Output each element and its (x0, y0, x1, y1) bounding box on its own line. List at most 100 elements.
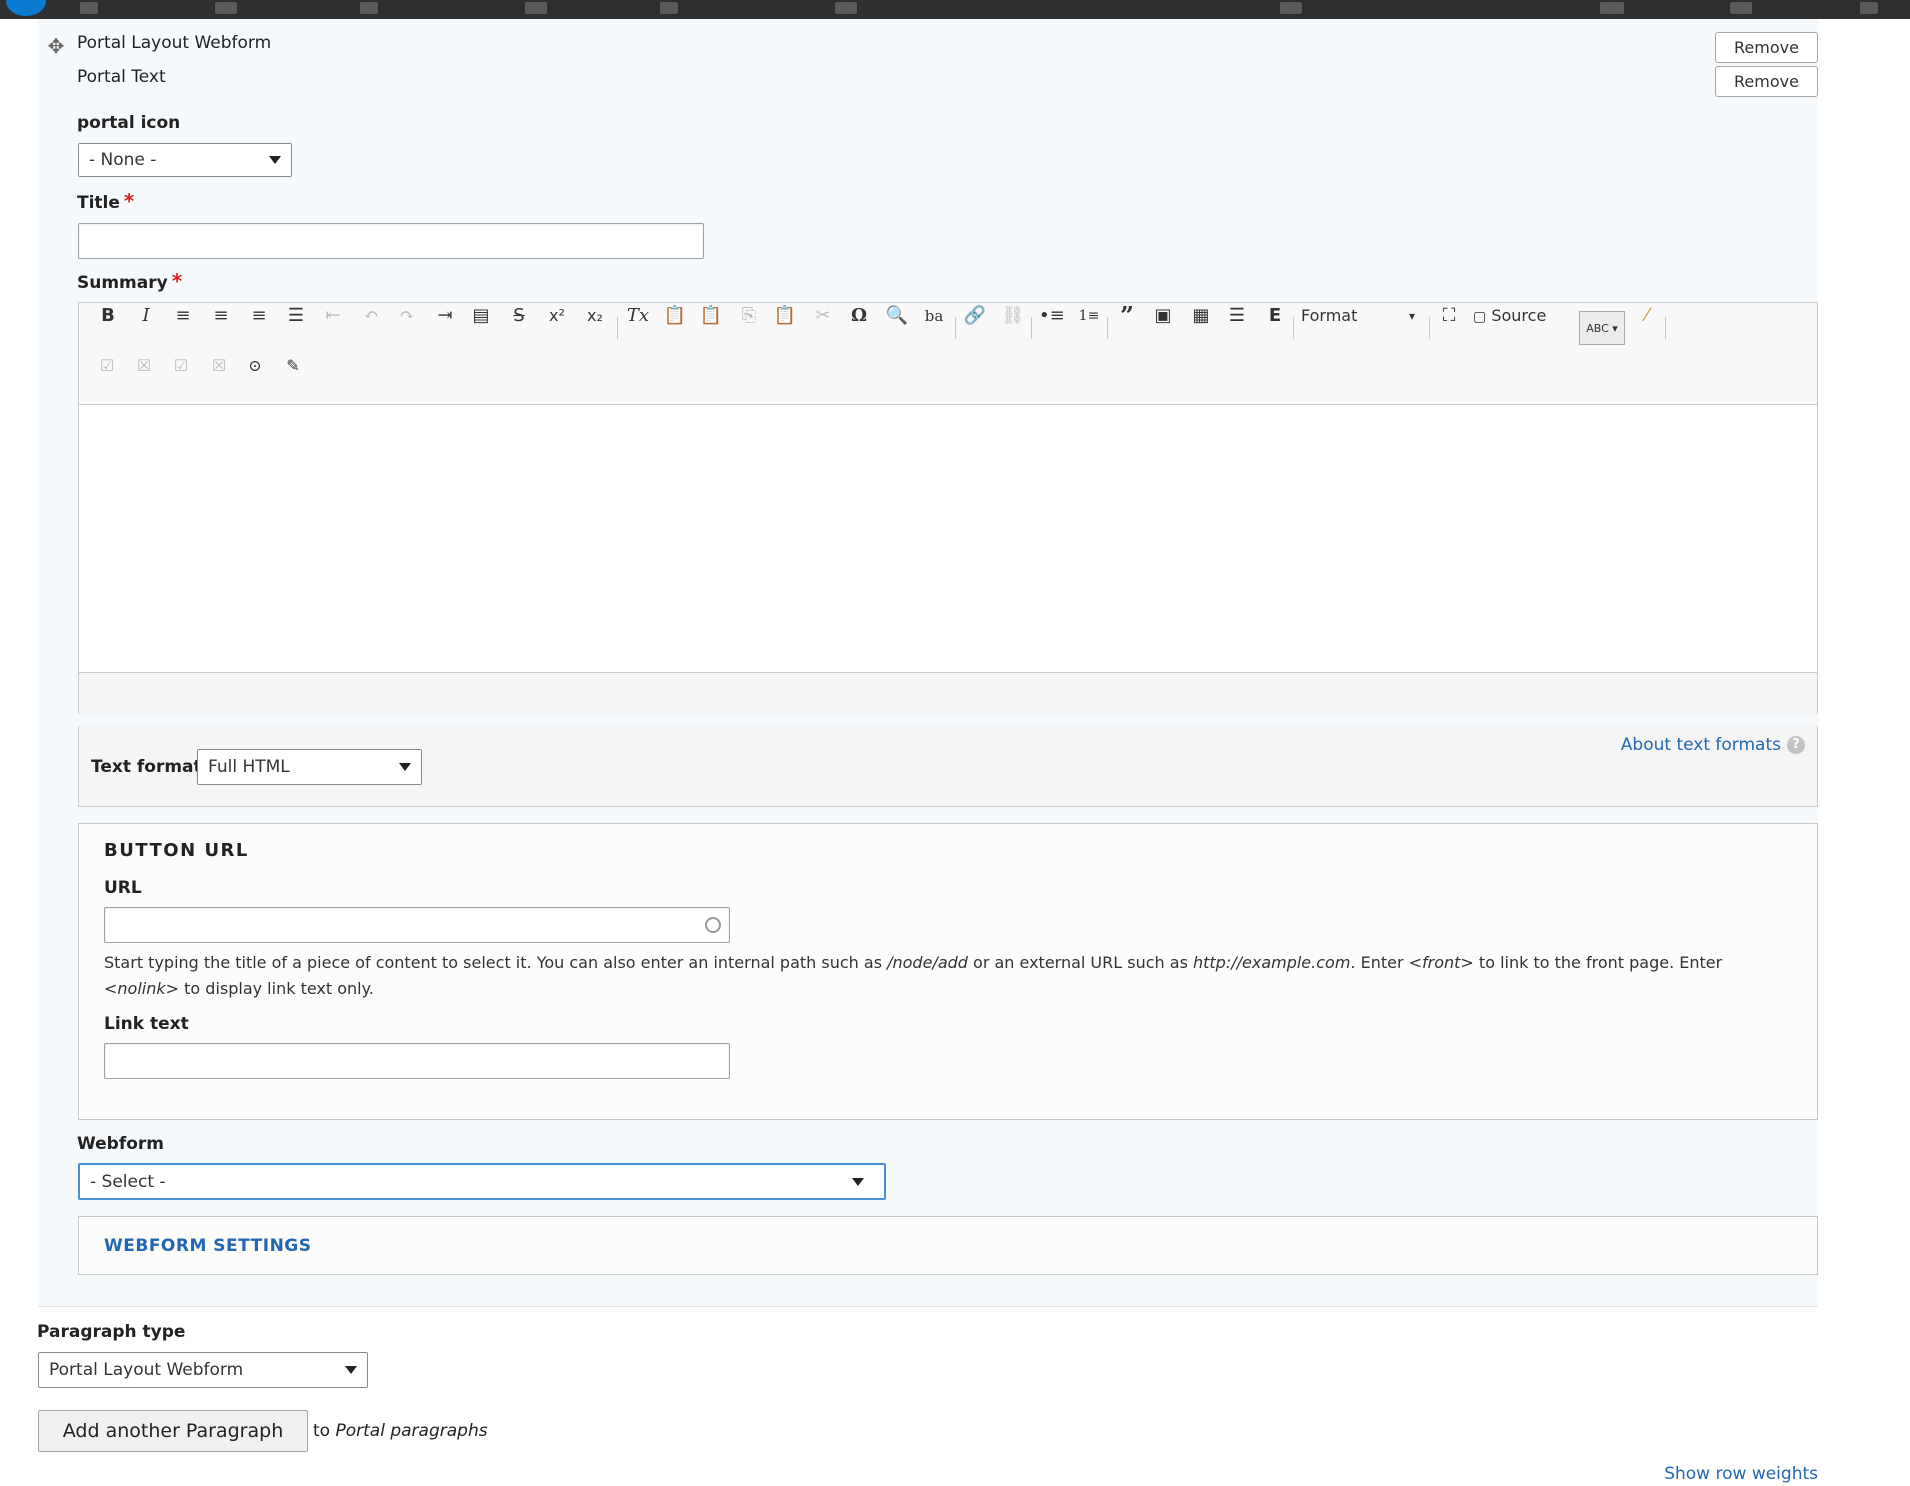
numbered-list-icon[interactable]: 1≡ (1077, 303, 1101, 329)
remove-button-secondary[interactable]: Remove (1715, 66, 1818, 97)
add-paragraph-to-text: to (313, 1421, 336, 1441)
toolbar-item-ghost[interactable] (1730, 2, 1752, 14)
button-url-legend: BUTTON URL (104, 840, 249, 861)
required-marker: * (123, 189, 135, 213)
drupal-logo-icon[interactable] (6, 0, 46, 16)
spellcheck-button[interactable]: ABC ▾ (1579, 311, 1625, 345)
webform-settings-details[interactable]: WEBFORM SETTINGS (78, 1216, 1818, 1275)
about-text-formats-link[interactable]: About text formats (1621, 735, 1781, 755)
magic-wand-icon[interactable]: ⁄ (1635, 303, 1659, 329)
summary-label: Summary * (77, 271, 182, 293)
reject-change-icon[interactable]: ☒ (132, 353, 156, 379)
align-right-icon[interactable]: ≡ (247, 303, 271, 329)
paragraph-type-select[interactable]: Portal Layout Webform (38, 1352, 368, 1388)
url-input[interactable] (104, 907, 730, 943)
title-label: Title * (77, 191, 134, 213)
horizontal-rule-icon[interactable]: ☰ (1225, 303, 1249, 329)
special-char-icon[interactable]: Ω (847, 303, 871, 329)
title-label-text: Title (77, 193, 120, 213)
paste-text-icon[interactable]: 📋 (663, 303, 687, 329)
toolbar-separator (1031, 317, 1032, 339)
chevron-down-icon (852, 1177, 864, 1186)
remove-button[interactable]: Remove (1715, 32, 1818, 63)
cut-icon[interactable]: ✂ (811, 303, 835, 329)
toolbar-separator (1429, 317, 1430, 339)
align-left-icon[interactable]: ≡ (209, 303, 233, 329)
toolbar-item-ghost[interactable] (1600, 2, 1624, 14)
undo-icon[interactable]: ↶ (359, 303, 383, 329)
table-icon[interactable]: ▦ (1189, 303, 1213, 329)
toolbar-item-ghost[interactable] (215, 2, 237, 14)
paste-icon[interactable]: 📋 (773, 303, 797, 329)
italic-icon[interactable]: I (135, 303, 157, 329)
link-text-label: Link text (104, 1014, 189, 1034)
link-text-input[interactable] (104, 1043, 730, 1079)
portal-icon-select[interactable]: - None - (78, 143, 292, 177)
link-icon[interactable]: 🔗 (963, 303, 987, 329)
chevron-down-icon (399, 763, 411, 771)
text-format-select[interactable]: Full HTML (197, 749, 422, 785)
source-button[interactable]: ▢ Source (1473, 303, 1563, 329)
toolbar-item-ghost[interactable] (660, 2, 678, 14)
url-desc-example-path: /node/add (887, 953, 968, 972)
indent-icon[interactable]: ⇥ (433, 303, 457, 329)
add-another-paragraph-button[interactable]: Add another Paragraph (38, 1410, 308, 1452)
image-icon[interactable]: ▣ (1151, 303, 1175, 329)
admin-toolbar (0, 0, 1910, 19)
toolbar-item-ghost[interactable] (525, 2, 547, 14)
drag-handle-icon[interactable]: ✥ (45, 35, 67, 57)
strikethrough-icon[interactable]: S (507, 303, 531, 329)
toolbar-item-ghost[interactable] (1280, 2, 1302, 14)
copy-icon[interactable]: ⎘ (737, 303, 761, 329)
webform-settings-summary[interactable]: WEBFORM SETTINGS (104, 1236, 312, 1256)
format-dropdown-label: Format (1301, 306, 1358, 325)
toolbar-separator (617, 317, 618, 339)
editor-toolbar: B I ≡ ≡ ≡ ☰ ⇤ ↶ ↷ ⇥ ▤ S x² x₂ Tx 📋 📋 ⎘ 📋… (79, 303, 1817, 405)
toolbar-separator (955, 317, 956, 339)
subscript-icon[interactable]: x₂ (581, 303, 609, 329)
bold-icon[interactable]: B (97, 303, 119, 329)
paragraph-item-title: Portal Layout Webform (77, 33, 272, 53)
toolbar-separator (1665, 317, 1666, 339)
paste-word-icon[interactable]: 📋 (699, 303, 723, 329)
embed-icon[interactable]: E (1263, 303, 1287, 329)
help-icon[interactable]: ? (1787, 736, 1805, 754)
find-icon[interactable]: 🔍 (885, 303, 909, 329)
track-changes-icon[interactable]: ✎ (281, 353, 305, 379)
bulleted-list-icon[interactable]: •≡ (1039, 303, 1065, 329)
blockquote-icon[interactable]: ” (1115, 303, 1139, 329)
accept-change-icon[interactable]: ☑ (95, 353, 119, 379)
show-changes-icon[interactable]: ⊙ (243, 353, 267, 379)
align-center-icon[interactable]: ≡ (171, 303, 195, 329)
unlink-icon[interactable]: ⛓ (1001, 303, 1025, 329)
show-row-weights-link[interactable]: Show row weights (1664, 1464, 1818, 1484)
outdent-icon[interactable]: ⇤ (321, 303, 345, 329)
url-desc-text: to display link text only. (179, 979, 374, 998)
spellcheck-icon: ABC (1586, 322, 1609, 335)
toolbar-item-ghost[interactable] (360, 2, 378, 14)
maximize-icon[interactable]: ⛶ (1437, 303, 1461, 329)
remove-format-icon[interactable]: Tx (625, 303, 651, 329)
toolbar-item-ghost[interactable] (80, 2, 98, 14)
title-input[interactable] (78, 223, 704, 259)
paragraph-item-subtitle: Portal Text (77, 67, 166, 87)
chevron-down-icon: ▾ (1408, 309, 1415, 323)
toolbar-item-ghost[interactable] (835, 2, 857, 14)
replace-icon[interactable]: ba (921, 303, 947, 329)
format-dropdown[interactable]: Format ▾ (1301, 303, 1421, 329)
webform-label: Webform (77, 1134, 165, 1154)
reject-all-icon[interactable]: ☒ (207, 353, 231, 379)
blockquote-block-icon[interactable]: ▤ (469, 303, 493, 329)
toolbar-item-ghost[interactable] (1860, 2, 1878, 14)
webform-select[interactable]: - Select - (78, 1163, 886, 1200)
about-text-formats-link-wrap: About text formats? (1621, 735, 1805, 755)
button-url-fieldset: BUTTON URL URL Start typing the title of… (78, 823, 1818, 1120)
redo-icon[interactable]: ↷ (395, 303, 419, 329)
align-justify-icon[interactable]: ☰ (284, 303, 308, 329)
webform-select-value: - Select - (90, 1171, 166, 1192)
text-format-select-value: Full HTML (208, 757, 290, 777)
superscript-icon[interactable]: x² (543, 303, 571, 329)
summary-editor-content[interactable] (79, 405, 1817, 673)
url-desc-text: . Enter (1350, 953, 1409, 972)
accept-all-icon[interactable]: ☑ (169, 353, 193, 379)
